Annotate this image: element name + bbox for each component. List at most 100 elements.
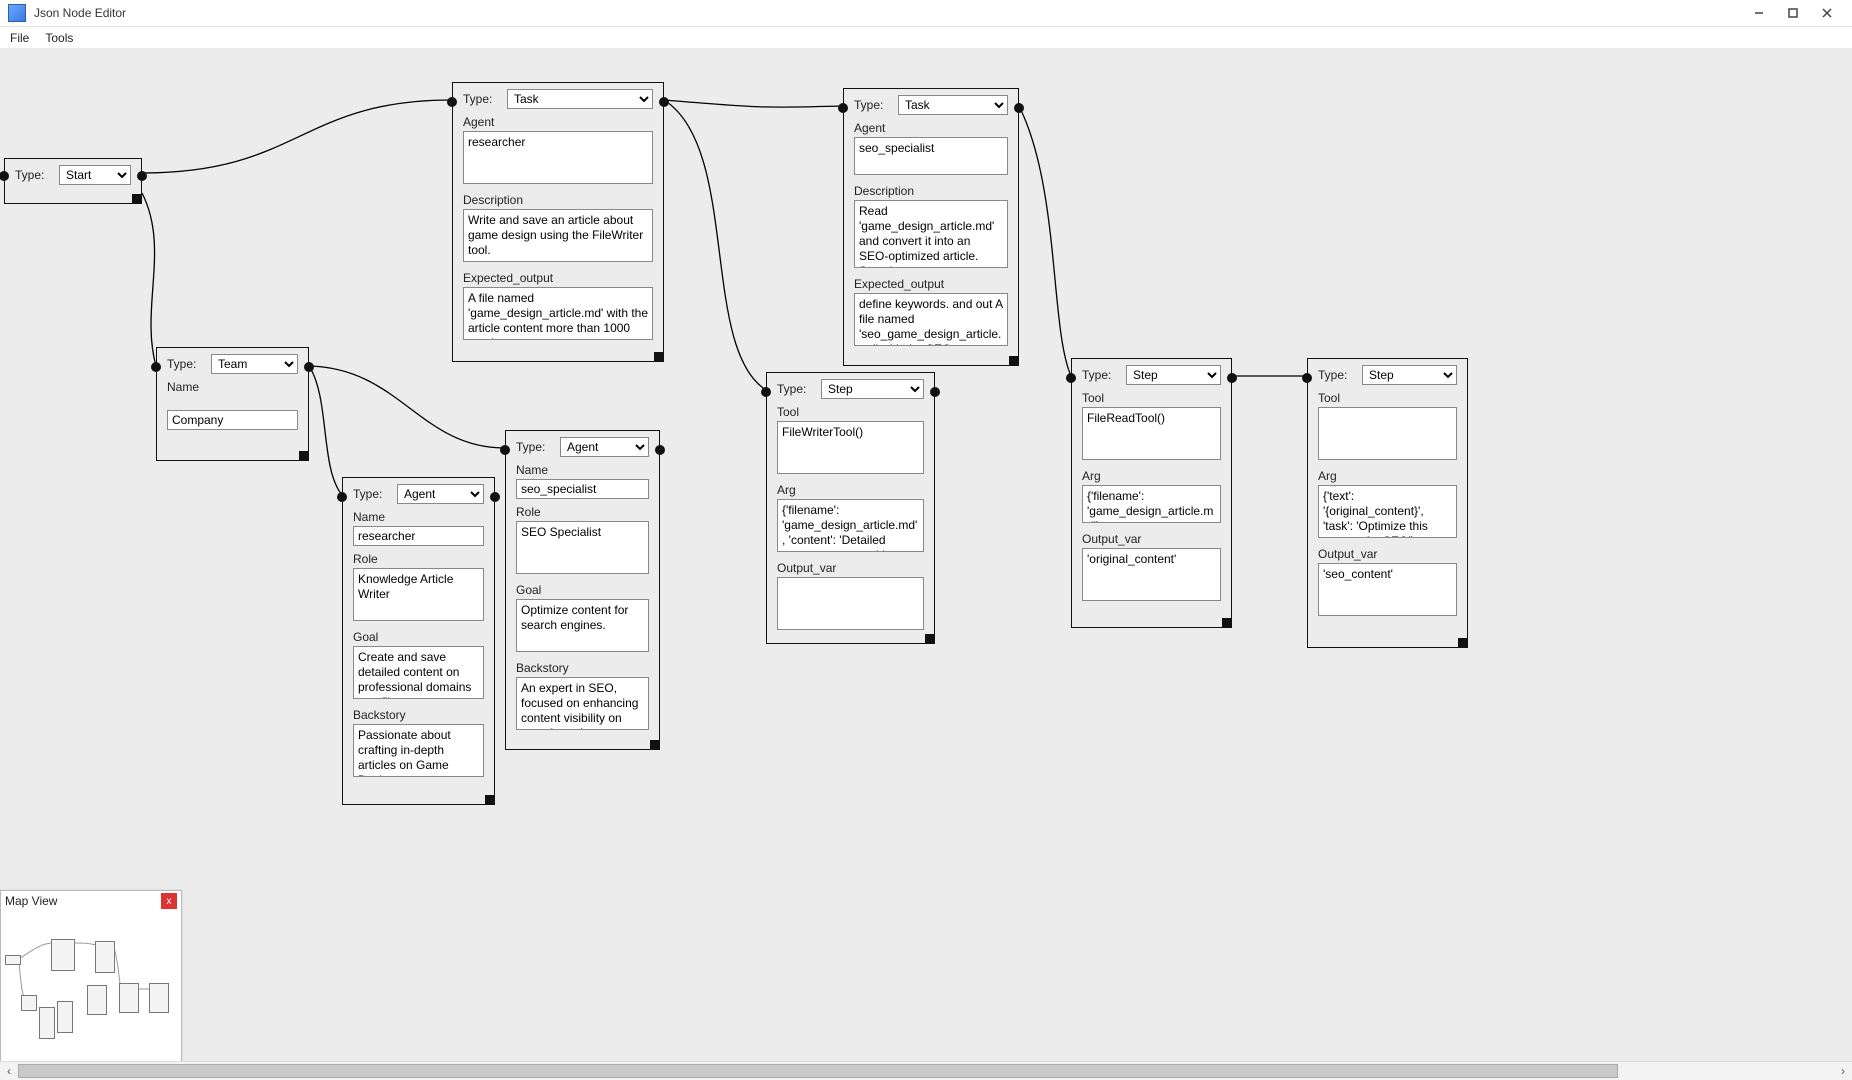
- port-in[interactable]: [151, 362, 161, 372]
- port-out[interactable]: [1014, 103, 1024, 113]
- port-out[interactable]: [304, 362, 314, 372]
- tool-label: Tool: [1318, 391, 1457, 405]
- resize-handle[interactable]: [485, 795, 495, 805]
- goal-label: Goal: [353, 630, 484, 644]
- resize-handle[interactable]: [1009, 356, 1019, 366]
- port-out[interactable]: [655, 445, 665, 455]
- name-label: Name: [167, 380, 298, 394]
- port-out[interactable]: [1227, 373, 1237, 383]
- goal-input[interactable]: [353, 646, 484, 699]
- editor-canvas[interactable]: Type: StartTeamAgentTaskStep Type: Start…: [0, 48, 1852, 1062]
- map-view-body[interactable]: [1, 911, 181, 1061]
- window-title: Json Node Editor: [34, 6, 126, 20]
- arg-input[interactable]: [1318, 485, 1457, 538]
- agent-input[interactable]: [854, 137, 1008, 175]
- resize-handle[interactable]: [1222, 618, 1232, 628]
- type-label: Type:: [463, 92, 499, 106]
- backstory-label: Backstory: [353, 708, 484, 722]
- map-view-close-button[interactable]: x: [161, 893, 177, 909]
- agent-input[interactable]: [463, 131, 653, 184]
- output-var-input[interactable]: [1082, 548, 1221, 601]
- scroll-track[interactable]: [18, 1062, 1834, 1080]
- node-agent-researcher[interactable]: Type: StartTeamAgentTaskStep Name Role G…: [342, 477, 495, 805]
- scroll-left-button[interactable]: ‹: [0, 1062, 18, 1080]
- arg-input[interactable]: [777, 499, 924, 552]
- port-in[interactable]: [838, 103, 848, 113]
- port-in[interactable]: [0, 171, 9, 181]
- description-input[interactable]: [854, 200, 1008, 268]
- resize-handle[interactable]: [299, 451, 309, 461]
- type-select[interactable]: StartTeamAgentTaskStep: [397, 484, 484, 504]
- name-input[interactable]: [353, 526, 484, 546]
- resize-handle[interactable]: [1458, 638, 1468, 648]
- window-close-button[interactable]: [1810, 3, 1844, 23]
- app-icon: [8, 4, 26, 22]
- role-input[interactable]: [353, 568, 484, 621]
- menu-file[interactable]: File: [10, 31, 29, 45]
- scroll-thumb[interactable]: [18, 1064, 1618, 1078]
- tool-input[interactable]: [1082, 407, 1221, 460]
- tool-input[interactable]: [777, 421, 924, 474]
- resize-handle[interactable]: [925, 634, 935, 644]
- menu-bar: File Tools: [0, 27, 1852, 50]
- port-in[interactable]: [500, 445, 510, 455]
- type-label: Type:: [167, 357, 203, 371]
- resize-handle[interactable]: [654, 352, 664, 362]
- output-var-input[interactable]: [1318, 563, 1457, 616]
- node-team[interactable]: Type: StartTeamAgentTaskStep Name: [156, 347, 309, 461]
- port-in[interactable]: [337, 492, 347, 502]
- port-in[interactable]: [1066, 373, 1076, 383]
- horizontal-scrollbar[interactable]: ‹ ›: [0, 1061, 1852, 1080]
- resize-handle[interactable]: [650, 740, 660, 750]
- editor-viewport[interactable]: Type: StartTeamAgentTaskStep Type: Start…: [0, 48, 1852, 1062]
- role-input[interactable]: [516, 521, 649, 574]
- node-task-seo-article[interactable]: Type: StartTeamAgentTaskStep Agent Descr…: [843, 88, 1019, 366]
- window-minimize-button[interactable]: [1742, 3, 1776, 23]
- node-step-optimize[interactable]: Type: StartTeamAgentTaskStep Tool Arg Ou…: [1307, 358, 1468, 648]
- port-out[interactable]: [930, 387, 940, 397]
- port-out[interactable]: [659, 97, 669, 107]
- map-view-panel[interactable]: Map View x: [0, 890, 182, 1062]
- expected-output-input[interactable]: [463, 287, 653, 340]
- node-task-write-article[interactable]: Type: StartTeamAgentTaskStep Agent Descr…: [452, 82, 664, 362]
- node-agent-seo-specialist[interactable]: Type: StartTeamAgentTaskStep Name Role G…: [505, 430, 660, 750]
- node-step-filewriter[interactable]: Type: StartTeamAgentTaskStep Tool Arg Ou…: [766, 372, 935, 644]
- node-start[interactable]: Type: StartTeamAgentTaskStep: [4, 158, 142, 204]
- type-select[interactable]: StartTeamAgentTaskStep: [898, 95, 1008, 115]
- type-select[interactable]: StartTeamAgentTaskStep: [1126, 365, 1221, 385]
- tool-input[interactable]: [1318, 407, 1457, 460]
- port-out[interactable]: [137, 171, 147, 181]
- node-step-fileread[interactable]: Type: StartTeamAgentTaskStep Tool Arg Ou…: [1071, 358, 1232, 628]
- type-select[interactable]: StartTeamAgentTaskStep: [1362, 365, 1457, 385]
- arg-input[interactable]: [1082, 485, 1221, 523]
- description-label: Description: [463, 193, 653, 207]
- type-select[interactable]: StartTeamAgentTaskStep: [59, 165, 131, 185]
- type-select[interactable]: StartTeamAgentTaskStep: [507, 89, 653, 109]
- type-select[interactable]: StartTeamAgentTaskStep: [560, 437, 649, 457]
- type-label: Type:: [777, 382, 813, 396]
- port-in[interactable]: [447, 97, 457, 107]
- type-select[interactable]: StartTeamAgentTaskStep: [211, 354, 298, 374]
- type-label: Type:: [1082, 368, 1118, 382]
- agent-label: Agent: [463, 115, 653, 129]
- port-in[interactable]: [761, 387, 771, 397]
- backstory-input[interactable]: [353, 724, 484, 777]
- output-var-label: Output_var: [777, 561, 924, 575]
- name-input[interactable]: [167, 410, 298, 430]
- window-maximize-button[interactable]: [1776, 3, 1810, 23]
- description-input[interactable]: [463, 209, 653, 262]
- port-in[interactable]: [1302, 373, 1312, 383]
- menu-tools[interactable]: Tools: [45, 31, 73, 45]
- port-out[interactable]: [490, 492, 500, 502]
- scroll-right-button[interactable]: ›: [1834, 1062, 1852, 1080]
- resize-handle[interactable]: [132, 194, 142, 204]
- type-label: Type:: [353, 487, 389, 501]
- expected-output-label: Expected_output: [854, 277, 1008, 291]
- expected-output-input[interactable]: [854, 293, 1008, 346]
- backstory-input[interactable]: [516, 677, 649, 730]
- goal-input[interactable]: [516, 599, 649, 652]
- name-input[interactable]: [516, 479, 649, 499]
- expected-output-label: Expected_output: [463, 271, 653, 285]
- output-var-input[interactable]: [777, 577, 924, 630]
- type-select[interactable]: StartTeamAgentTaskStep: [821, 379, 924, 399]
